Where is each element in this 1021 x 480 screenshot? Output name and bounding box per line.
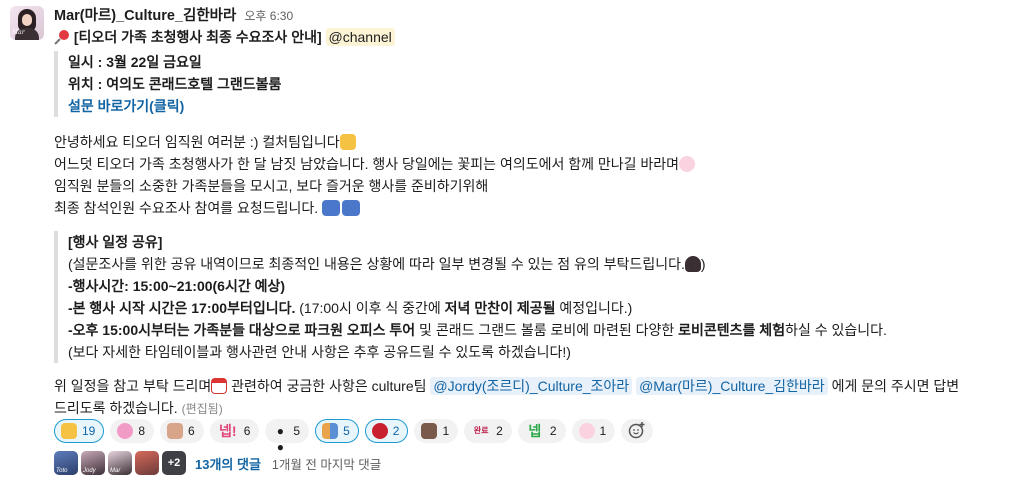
- body-line: 최종 참석인원 수요조사 참여를 요청드립니다.: [54, 197, 1014, 219]
- footer-line: 위 일정을 참고 부탁 드리며 관련하여 궁금한 사항은 culture팀 @J…: [54, 377, 960, 395]
- thread-replies[interactable]: Toto Jody Mar +2 13개의 댓글 1개월 전 마지막 댓글: [54, 451, 381, 475]
- quote-block-event-info: 일시 : 3월 22일 금요일 위치 : 여의도 콘래드호텔 그랜드볼룸 설문 …: [54, 51, 1014, 117]
- add-reaction-button[interactable]: [621, 419, 654, 443]
- body-line: 어느덧 티오더 가족 초청행사가 한 달 남짓 남았습니다. 행사 당일에는 꽃…: [54, 153, 1014, 175]
- message-time[interactable]: 오후 6:30: [244, 7, 293, 24]
- calendar-icon: [211, 378, 228, 394]
- bow-icon: [167, 423, 184, 439]
- cherry-blossom-icon: [578, 423, 595, 439]
- schedule-closing: (보다 자세한 타임테이블과 행사관련 안내 사항은 추후 공유드릴 수 있도록…: [68, 344, 571, 360]
- cherry-blossom-icon: [679, 156, 696, 172]
- reply-avatar[interactable]: Jody: [81, 451, 105, 475]
- last-reply-time: 1개월 전 마지막 댓글: [271, 457, 382, 472]
- reactions-bar: 19 8 6 넵! 6 ● ● 5 5 2 1 완료 2 넵2 1: [54, 419, 654, 454]
- pushpin-icon: [54, 29, 70, 45]
- message-header: Mar(마르)_Culture_김한바라 오후 6:30: [54, 4, 1014, 24]
- event-date: 일시 : 3월 22일 금요일: [68, 54, 202, 70]
- reaction-wanryo[interactable]: 완료 2: [464, 419, 512, 443]
- nep-text-icon: 넵!: [218, 423, 237, 439]
- rose-icon: [371, 423, 388, 439]
- people-icon: [342, 200, 361, 216]
- add-emoji-icon: [628, 421, 646, 442]
- schedule-heading: [행사 일정 공유]: [68, 234, 163, 250]
- reply-count-link[interactable]: 13개의 댓글: [195, 454, 261, 473]
- wanryo-badge-icon: 완료: [473, 426, 489, 435]
- reply-avatar[interactable]: Mar: [108, 451, 132, 475]
- footer-line: 드리도록 하겠습니다. (편집됨): [54, 400, 223, 416]
- body-line: 임직원 분들의 소중한 가족분들을 모시고, 보다 즐거운 행사를 준비하기위해: [54, 178, 489, 194]
- message-title: [티오더 가족 초청행사 최종 수요조사 안내]: [73, 29, 322, 45]
- schedule-note: (설문조사를 위한 공유 내역이므로 최종적인 내용은 상황에 따라 일부 변경…: [68, 256, 706, 272]
- reply-avatar[interactable]: Toto: [54, 451, 78, 475]
- survey-link[interactable]: 설문 바로가기(클릭): [68, 95, 1014, 117]
- more-repliers-badge[interactable]: +2: [162, 451, 186, 475]
- quote-block-schedule: [행사 일정 공유] (설문조사를 위한 공유 내역이므로 최종적인 내용은 상…: [54, 231, 1014, 363]
- schedule-time: -행사시간: 15:00~21:00(6시간 예상): [68, 278, 286, 294]
- reaction-rose[interactable]: 2: [364, 419, 409, 443]
- reaction-bow[interactable]: 6: [160, 419, 204, 443]
- avatar-tag: Mar: [12, 29, 25, 36]
- sender-avatar[interactable]: Mar: [10, 6, 44, 40]
- edited-label: (편집됨): [181, 402, 223, 416]
- schedule-start: -본 행사 시작 시간은 17:00부터입니다. (17:00시 이후 식 중간…: [68, 300, 633, 316]
- family-icon: [322, 423, 339, 439]
- people-icon: [322, 200, 341, 216]
- event-place: 위치 : 여의도 콘래드호텔 그랜드볼룸: [68, 76, 282, 92]
- channel-mention[interactable]: @channel: [325, 28, 395, 46]
- reaction-pink-pig[interactable]: 8: [110, 419, 155, 443]
- reaction-eyes[interactable]: ● ● 5: [265, 419, 310, 454]
- eyes-icon: ● ●: [276, 424, 285, 454]
- message-footer: 위 일정을 참고 부탁 드리며 관련하여 궁금한 사항은 culture팀 @J…: [54, 375, 1014, 419]
- mention-jordy[interactable]: @Jordy(조르디)_Culture_조아라: [430, 377, 633, 395]
- portrait-icon: [421, 423, 438, 439]
- reaction-family[interactable]: 5: [315, 419, 359, 443]
- schedule-tour: -오후 15:00시부터는 가족분들 대상으로 파크원 오피스 투어 및 콘래드…: [68, 322, 887, 338]
- body-line: 안녕하세요 티오더 임직원 여러분 :) 컬처팀입니다: [54, 131, 1014, 153]
- reaction-hand-wave[interactable]: 19: [54, 419, 105, 443]
- reaction-cherry-blossom[interactable]: 1: [571, 419, 616, 443]
- reply-avatar[interactable]: [135, 451, 159, 475]
- message-title-line: [티오더 가족 초청행사 최종 수요조사 안내] @channel: [54, 26, 1014, 48]
- pink-pig-icon: [117, 423, 134, 439]
- reaction-nep-green[interactable]: 넵2: [517, 419, 566, 443]
- hand-wave-icon: [61, 423, 77, 439]
- reaction-portrait[interactable]: 1: [414, 419, 459, 443]
- nep-green-icon: 넵: [528, 423, 542, 439]
- message-body: 안녕하세요 티오더 임직원 여러분 :) 컬처팀입니다 어느덧 티오더 가족 초…: [54, 131, 1014, 219]
- mention-mar[interactable]: @Mar(마르)_Culture_김한바라: [636, 377, 828, 395]
- reaction-nep[interactable]: 넵! 6: [209, 419, 260, 443]
- person-bowing-icon: [684, 256, 701, 272]
- message: Mar(마르)_Culture_김한바라 오후 6:30 [티오더 가족 초청행…: [54, 4, 1014, 419]
- hand-wave-icon: [339, 134, 356, 150]
- sender-name[interactable]: Mar(마르)_Culture_김한바라: [54, 4, 236, 25]
